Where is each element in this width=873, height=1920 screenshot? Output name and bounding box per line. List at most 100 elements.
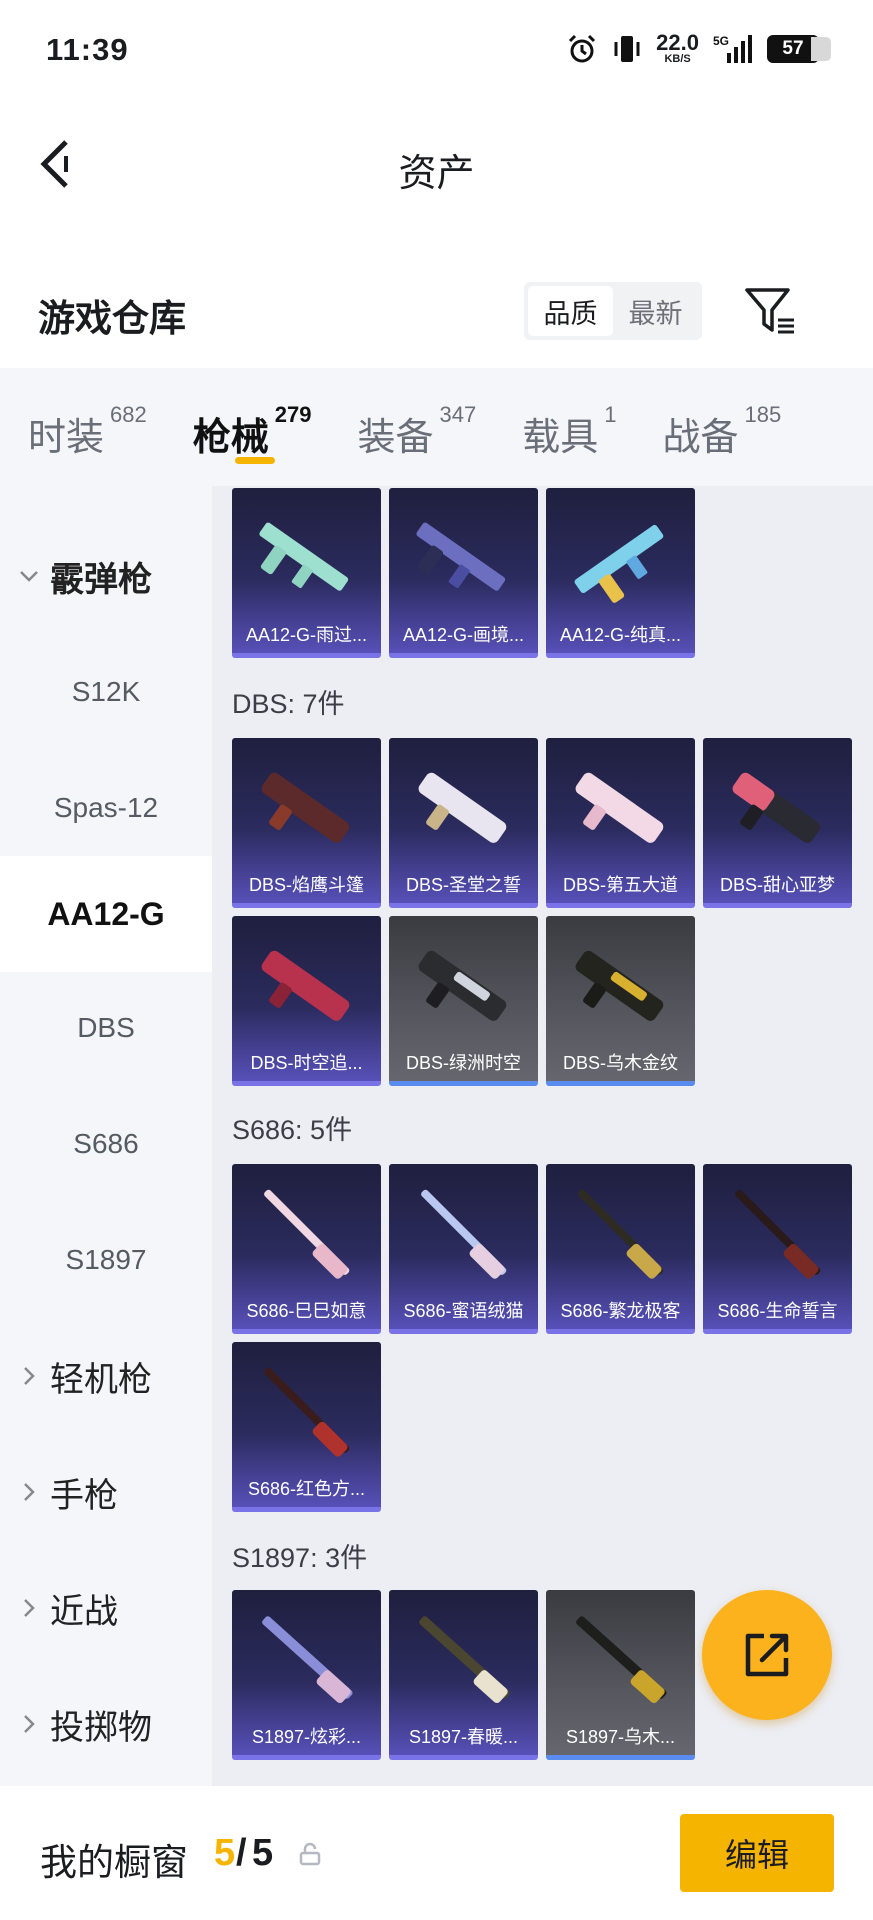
chevron-right-icon bbox=[24, 1367, 35, 1385]
tab-count: 279 bbox=[274, 402, 312, 427]
gun-icon bbox=[261, 950, 350, 1021]
gun-icon bbox=[419, 1616, 510, 1703]
chevron-right-icon bbox=[24, 1483, 35, 1501]
sidebar-item-s686[interactable]: S686 bbox=[0, 1086, 212, 1202]
sidebar-group-label: 近战 bbox=[50, 1592, 118, 1631]
alarm-icon bbox=[566, 33, 598, 65]
weapon-card[interactable]: DBS-圣堂之誓 bbox=[389, 738, 538, 908]
weapon-card[interactable]: DBS-乌木金纹 bbox=[546, 916, 695, 1086]
gun-icon bbox=[575, 950, 664, 1021]
weapon-card[interactable]: S1897-乌木... bbox=[546, 1590, 695, 1760]
sidebar-group-pistol[interactable]: 手枪 bbox=[0, 1434, 212, 1550]
share-button[interactable] bbox=[702, 1590, 832, 1720]
weapon-card[interactable]: S686-红色方... bbox=[232, 1342, 381, 1512]
gun-icon bbox=[418, 772, 507, 843]
filter-button[interactable] bbox=[744, 286, 798, 338]
weapon-card[interactable]: S1897-炫彩... bbox=[232, 1590, 381, 1760]
gun-icon bbox=[416, 522, 506, 591]
sidebar-group-shotgun[interactable]: 霰弹枪 bbox=[0, 518, 212, 634]
weapon-card[interactable]: S1897-春暖... bbox=[389, 1590, 538, 1760]
sidebar-item-s12k[interactable]: S12K bbox=[0, 634, 212, 750]
filter-icon bbox=[745, 288, 794, 334]
tab-count: 682 bbox=[110, 402, 147, 427]
battery-indicator: 57 bbox=[767, 34, 831, 63]
section-label-s1897: S1897: 3件 bbox=[232, 1543, 368, 1573]
status-bar: 11:39 22.0 KB/S 5G 57 bbox=[0, 0, 873, 104]
category-tabs: 时装 682 枪械 279 装备 347 载具 1 战备 185 bbox=[0, 368, 873, 486]
weapon-card[interactable]: DBS-甜心亚梦 bbox=[703, 738, 852, 908]
status-time: 11:39 bbox=[46, 32, 129, 67]
gun-icon bbox=[259, 522, 349, 591]
weapon-card[interactable]: S686-巳巳如意 bbox=[232, 1164, 381, 1334]
sidebar-group-label: 手枪 bbox=[50, 1476, 118, 1515]
weapon-card[interactable]: AA12-G-雨过... bbox=[232, 488, 381, 658]
gun-icon bbox=[576, 1616, 667, 1703]
share-out-icon bbox=[745, 1633, 789, 1677]
lock-icon bbox=[299, 1842, 321, 1866]
edit-button[interactable]: 编辑 bbox=[680, 1814, 834, 1892]
tab-vehicles[interactable]: 载具 1 bbox=[522, 368, 616, 486]
weapon-card-label: S1897-炫彩... bbox=[251, 1727, 362, 1747]
tab-fashion[interactable]: 时装 682 bbox=[28, 368, 147, 486]
weapon-card[interactable]: DBS-时空追... bbox=[232, 916, 381, 1086]
warehouse-row: 游戏仓库 品质 最新 bbox=[0, 268, 873, 358]
page-title: 资产 bbox=[398, 153, 475, 195]
chevron-right-icon bbox=[24, 1715, 35, 1733]
sidebar-group-melee[interactable]: 近战 bbox=[0, 1550, 212, 1666]
sidebar-group-label: 投掷物 bbox=[50, 1708, 152, 1747]
tab-supplies[interactable]: 战备 185 bbox=[662, 368, 781, 486]
weapon-card[interactable]: DBS-绿洲时空 bbox=[389, 916, 538, 1086]
showcase-separator: / bbox=[236, 1832, 247, 1874]
gun-icon bbox=[264, 1367, 350, 1457]
weapon-card[interactable]: S686-生命誓言 bbox=[703, 1164, 852, 1334]
sidebar-group-throwable[interactable]: 投掷物 bbox=[0, 1666, 212, 1782]
sidebar: 霰弹枪 S12K Spas-12 AA12-G DBS S686 S1897 轻… bbox=[0, 486, 212, 1786]
gun-icon bbox=[418, 950, 507, 1021]
weapon-card-label: S686-红色方... bbox=[247, 1479, 366, 1499]
gun-icon bbox=[262, 1616, 353, 1703]
tab-label: 战备 bbox=[662, 417, 739, 459]
sidebar-group-lmg[interactable]: 轻机枪 bbox=[0, 1318, 212, 1434]
tab-label: 载具 bbox=[522, 417, 599, 459]
sidebar-item-aa12g[interactable]: AA12-G bbox=[0, 856, 212, 972]
weapon-card-label: DBS-第五大道 bbox=[562, 875, 678, 895]
tab-firearms[interactable]: 枪械 279 bbox=[192, 368, 312, 486]
sidebar-group-label: 轻机枪 bbox=[50, 1360, 152, 1399]
gun-icon bbox=[261, 772, 350, 843]
tab-count: 185 bbox=[744, 402, 782, 427]
weapon-card[interactable]: S686-蜜语绒猫 bbox=[389, 1164, 538, 1334]
gun-icon bbox=[574, 524, 664, 603]
showcase-label: 我的橱窗 bbox=[40, 1842, 188, 1883]
weapon-card-label: DBS-绿洲时空 bbox=[405, 1053, 521, 1073]
svg-text:5G: 5G bbox=[713, 34, 729, 48]
weapon-card[interactable]: AA12-G-画境... bbox=[389, 488, 538, 658]
sort-by-quality[interactable]: 品质 bbox=[528, 286, 613, 336]
tab-label: 枪械 bbox=[192, 417, 269, 459]
gun-icon bbox=[421, 1189, 507, 1279]
section-label-s686: S686: 5件 bbox=[232, 1115, 353, 1145]
signal-icon: 5G bbox=[713, 33, 753, 65]
weapon-card-label: S1897-春暖... bbox=[408, 1727, 519, 1747]
tab-count: 347 bbox=[439, 402, 477, 427]
weapon-card-label: DBS-乌木金纹 bbox=[562, 1053, 678, 1073]
net-speed-unit: KB/S bbox=[664, 53, 691, 65]
sort-by-newest[interactable]: 最新 bbox=[613, 286, 698, 336]
gun-icon bbox=[575, 772, 664, 843]
tab-label: 时装 bbox=[28, 417, 105, 459]
weapon-card-label: AA12-G-画境... bbox=[402, 625, 525, 645]
weapon-card[interactable]: DBS-焰鹰斗篷 bbox=[232, 738, 381, 908]
weapon-card[interactable]: DBS-第五大道 bbox=[546, 738, 695, 908]
weapon-card[interactable]: AA12-G-纯真... bbox=[546, 488, 695, 658]
section-label-dbs: DBS: 7件 bbox=[232, 689, 345, 719]
weapon-card-label: S686-生命誓言 bbox=[717, 1301, 838, 1321]
weapon-card[interactable]: S686-繁龙极客 bbox=[546, 1164, 695, 1334]
sidebar-item-s1897[interactable]: S1897 bbox=[0, 1202, 212, 1318]
sidebar-item-spas12[interactable]: Spas-12 bbox=[0, 750, 212, 866]
tab-equipment[interactable]: 装备 347 bbox=[357, 368, 476, 486]
weapon-card-label: S1897-乌木... bbox=[565, 1727, 676, 1747]
tab-count: 1 bbox=[604, 402, 617, 427]
vibrate-icon bbox=[612, 33, 642, 65]
sidebar-item-dbs[interactable]: DBS bbox=[0, 970, 212, 1086]
weapon-card-label: DBS-时空追... bbox=[250, 1053, 363, 1073]
weapon-card-label: S686-蜜语绒猫 bbox=[403, 1301, 524, 1321]
